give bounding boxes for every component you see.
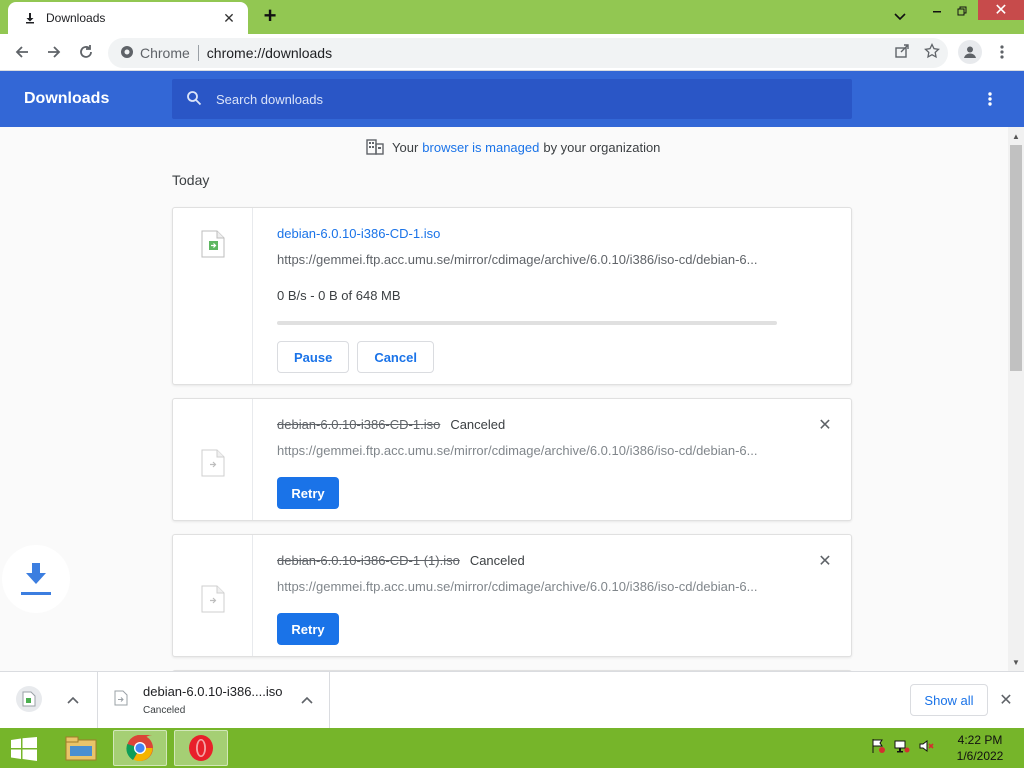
- download-icon: [22, 10, 38, 26]
- source-url[interactable]: https://gemmei.ftp.acc.umu.se/mirror/cdi…: [277, 443, 777, 458]
- scroll-up-icon[interactable]: ▲: [1008, 129, 1024, 143]
- search-placeholder: Search downloads: [216, 91, 323, 107]
- chevron-up-icon[interactable]: [65, 692, 81, 708]
- download-floating-icon[interactable]: [2, 545, 70, 613]
- opera-taskbar-icon[interactable]: [174, 730, 228, 766]
- shelf-file-name: debian-6.0.10-i386....iso: [143, 684, 283, 699]
- retry-button[interactable]: Retry: [277, 613, 339, 645]
- managed-link[interactable]: browser is managed: [422, 140, 539, 155]
- downloads-header: Downloads Search downloads: [0, 71, 1024, 127]
- file-icon: [201, 585, 225, 656]
- browser-toolbar: Chrome chrome://downloads: [0, 34, 1024, 71]
- url-text[interactable]: chrome://downloads: [207, 45, 332, 61]
- clock-date: 1/6/2022: [956, 749, 1004, 763]
- close-shelf-icon[interactable]: ✕: [998, 692, 1014, 709]
- source-url[interactable]: https://gemmei.ftp.acc.umu.se/mirror/cdi…: [277, 579, 777, 594]
- managed-notice: Your browser is managed by your organiza…: [366, 139, 660, 155]
- vertical-scrollbar[interactable]: ▲ ▼: [1008, 127, 1024, 671]
- close-tab-icon[interactable]: ✕: [220, 9, 238, 27]
- show-all-button[interactable]: Show all: [910, 684, 988, 716]
- file-icon-column: [173, 399, 253, 520]
- tab-downloads[interactable]: Downloads ✕: [8, 2, 248, 34]
- download-item: debian-6.0.10-i386-CD-1.iso Canceled htt…: [172, 398, 852, 521]
- taskbar-clock[interactable]: 4:22 PM 1/6/2022: [948, 732, 1012, 764]
- file-icon-column: [173, 535, 253, 656]
- site-label: Chrome: [140, 45, 190, 61]
- downloads-list: Your browser is managed by your organiza…: [0, 127, 1008, 671]
- forward-button[interactable]: [42, 40, 66, 64]
- profile-avatar[interactable]: [958, 40, 982, 64]
- file-name: debian-6.0.10-i386-CD-1.iso: [277, 417, 441, 432]
- download-actions: Pause Cancel: [277, 341, 434, 373]
- chrome-taskbar-icon[interactable]: [113, 730, 167, 766]
- windows-taskbar: 4:22 PM 1/6/2022: [0, 728, 1024, 768]
- cancel-button[interactable]: Cancel: [357, 341, 434, 373]
- chrome-site-icon: [120, 45, 134, 62]
- download-item: debian-6.0.10-i386-CD-1 (1).iso Canceled…: [172, 534, 852, 657]
- remove-item-icon[interactable]: ✕: [817, 417, 833, 434]
- reload-button[interactable]: [74, 40, 98, 64]
- search-icon: [186, 90, 202, 109]
- start-button[interactable]: [4, 734, 44, 764]
- volume-muted-icon[interactable]: [918, 738, 934, 757]
- file-explorer-icon[interactable]: [54, 730, 108, 766]
- tab-strip: Downloads ✕ + ✕: [0, 0, 1024, 34]
- system-tray: [870, 738, 934, 757]
- download-actions: Retry: [277, 613, 339, 645]
- download-shelf: debian-6.0.10-i386....iso Canceled Show …: [0, 671, 1024, 728]
- minimize-button[interactable]: [924, 0, 950, 22]
- action-center-flag-icon[interactable]: [870, 738, 886, 757]
- more-actions-icon[interactable]: [980, 87, 1000, 111]
- page-title: Downloads: [24, 90, 110, 107]
- clock-time: 4:22 PM: [957, 733, 1003, 747]
- scrollbar-thumb[interactable]: [1010, 145, 1022, 371]
- remove-item-icon[interactable]: ✕: [817, 553, 833, 570]
- retry-button[interactable]: Retry: [277, 477, 339, 509]
- search-input[interactable]: Search downloads: [172, 79, 852, 119]
- date-heading: Today: [172, 172, 210, 188]
- shelf-item[interactable]: [0, 672, 98, 728]
- new-tab-button[interactable]: +: [258, 3, 282, 28]
- managed-suffix: by your organization: [543, 139, 661, 155]
- file-icon: [114, 690, 128, 709]
- chrome-menu-icon[interactable]: [990, 40, 1014, 64]
- source-url[interactable]: https://gemmei.ftp.acc.umu.se/mirror/cdi…: [277, 252, 777, 267]
- file-name-link[interactable]: debian-6.0.10-i386-CD-1.iso: [277, 226, 440, 241]
- file-icon-column: [173, 208, 253, 384]
- file-icon: [201, 449, 225, 520]
- scroll-down-icon[interactable]: ▼: [1008, 655, 1024, 669]
- progress-bar: [277, 321, 777, 325]
- back-button[interactable]: [10, 40, 34, 64]
- download-item: debian-6.0.10-i386-CD-1.iso https://gemm…: [172, 207, 852, 385]
- pause-button[interactable]: Pause: [277, 341, 350, 373]
- download-actions: Retry: [277, 477, 339, 509]
- status-text: Canceled: [450, 417, 506, 432]
- shelf-item[interactable]: debian-6.0.10-i386....iso Canceled: [98, 672, 330, 728]
- share-icon[interactable]: [894, 43, 910, 62]
- shelf-status: Canceled: [143, 705, 186, 716]
- building-icon: [366, 139, 384, 155]
- restore-button[interactable]: [950, 0, 974, 22]
- network-icon[interactable]: [894, 738, 910, 757]
- tab-title: Downloads: [46, 11, 106, 25]
- file-icon: [201, 230, 225, 384]
- file-name-row: debian-6.0.10-i386-CD-1 (1).iso Canceled: [277, 553, 525, 568]
- status-text: Canceled: [469, 553, 525, 568]
- close-window-button[interactable]: ✕: [978, 0, 1024, 20]
- chevron-up-icon[interactable]: [299, 692, 315, 708]
- file-name: debian-6.0.10-i386-CD-1 (1).iso: [277, 553, 460, 568]
- omnibox-separator: [197, 45, 199, 61]
- file-name-row: debian-6.0.10-i386-CD-1.iso Canceled: [277, 417, 505, 432]
- progress-text: 0 B/s - 0 B of 648 MB: [277, 288, 401, 303]
- bookmark-star-icon[interactable]: [924, 42, 940, 62]
- file-icon: [16, 686, 42, 712]
- tab-search-icon[interactable]: [888, 6, 912, 28]
- address-bar[interactable]: Chrome chrome://downloads: [108, 38, 948, 68]
- managed-prefix: Your: [392, 139, 419, 155]
